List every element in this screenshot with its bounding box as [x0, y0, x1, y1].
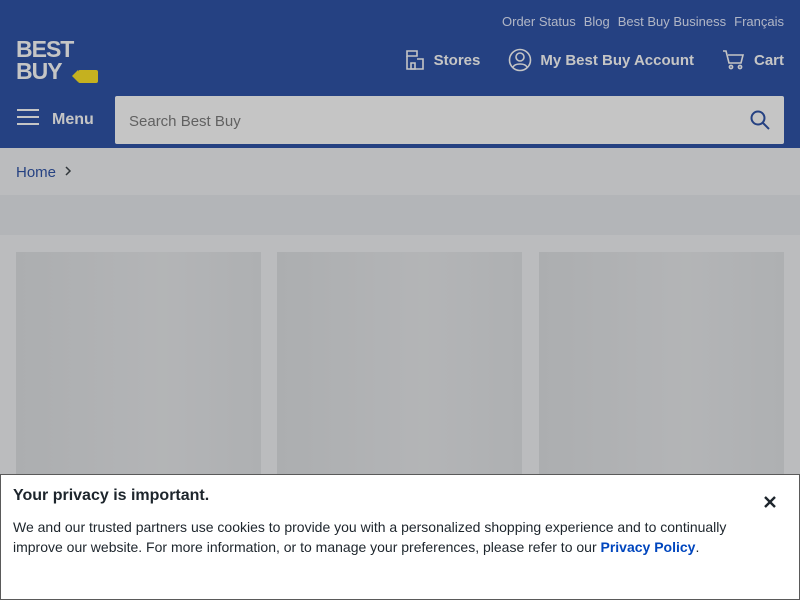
cart-button[interactable]: Cart	[722, 49, 784, 71]
menu-button[interactable]: Menu	[16, 108, 94, 131]
search-bar	[115, 96, 784, 146]
menu-label: Menu	[52, 110, 94, 128]
logo-text-line1: BEST	[16, 36, 74, 62]
privacy-banner: Your privacy is important. We and our tr…	[0, 474, 800, 600]
close-icon[interactable]	[763, 495, 777, 514]
account-button[interactable]: My Best Buy Account	[508, 48, 694, 72]
order-status-link[interactable]: Order Status	[502, 14, 576, 29]
blog-link[interactable]: Blog	[584, 14, 610, 29]
cart-label: Cart	[753, 51, 784, 69]
stores-button[interactable]: Stores	[404, 49, 481, 71]
header-nav: Stores My Best Buy Account Cart	[404, 48, 784, 72]
hamburger-icon	[16, 108, 40, 131]
privacy-title: Your privacy is important.	[13, 487, 210, 504]
cart-icon	[722, 49, 746, 71]
business-link[interactable]: Best Buy Business	[618, 14, 726, 29]
chevron-right-icon	[64, 164, 72, 181]
breadcrumb: Home	[16, 164, 72, 181]
breadcrumb-home-link[interactable]: Home	[16, 164, 56, 181]
store-icon	[404, 49, 426, 71]
utility-links: Order Status Blog Best Buy Business Fran…	[502, 14, 784, 29]
privacy-policy-link[interactable]: Privacy Policy	[601, 539, 696, 555]
site-header: Order Status Blog Best Buy Business Fran…	[0, 0, 800, 94]
product-card-placeholder-1	[16, 252, 261, 476]
account-label: My Best Buy Account	[540, 51, 694, 69]
product-card-placeholder-3	[539, 252, 784, 476]
privacy-suffix: .	[695, 539, 700, 555]
francais-link[interactable]: Français	[734, 14, 784, 29]
stores-label: Stores	[433, 51, 481, 69]
best-buy-logo[interactable]: BEST BUY	[16, 38, 100, 88]
search-input[interactable]	[127, 96, 731, 146]
product-card-placeholder-2	[277, 252, 522, 476]
user-icon	[508, 48, 532, 72]
banner-placeholder	[0, 195, 800, 235]
price-tag-icon	[72, 70, 98, 83]
privacy-body: We and our trusted partners use cookies …	[13, 517, 753, 557]
search-icon[interactable]	[750, 110, 770, 135]
